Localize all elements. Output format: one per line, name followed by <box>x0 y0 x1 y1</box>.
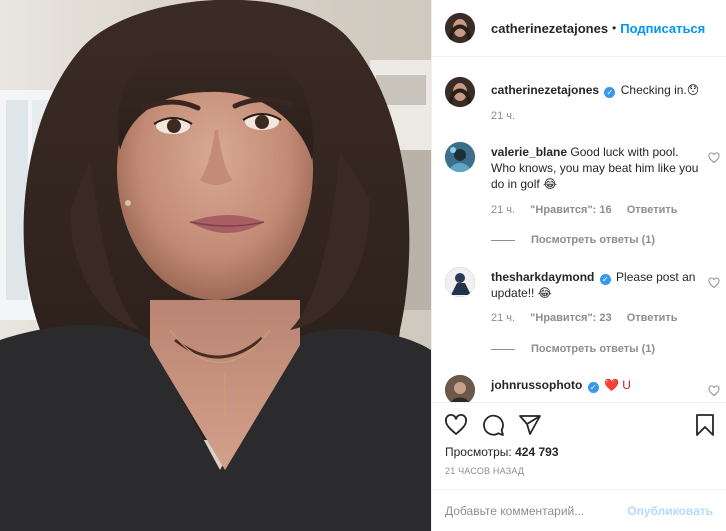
comment-text: valerie_blane Good luck with pool. Who k… <box>491 144 706 192</box>
instagram-post-view: catherinezetajones • Подписаться catheri… <box>0 0 726 531</box>
comment-text: thesharkdaymond ✓ Please post an update!… <box>491 269 706 301</box>
reply-button[interactable]: Ответить <box>627 312 678 324</box>
post-panel: catherinezetajones • Подписаться catheri… <box>431 0 726 531</box>
caption-meta: 21 ч. <box>491 110 527 122</box>
post-time[interactable]: 21 часов назад <box>445 466 524 476</box>
share-icon[interactable] <box>518 413 542 437</box>
bookmark-icon[interactable] <box>693 413 717 437</box>
post-header: catherinezetajones • Подписаться <box>432 0 726 57</box>
comment-meta: 21 ч. "Нравится": 23 Ответить <box>491 312 690 324</box>
reply-button[interactable]: Ответить <box>627 204 678 216</box>
comment-username[interactable]: johnrussophoto <box>491 378 582 392</box>
verified-badge-icon: ✓ <box>599 274 611 285</box>
verified-badge-icon: ✓ <box>604 87 616 98</box>
add-comment-bar: Опубликовать <box>432 489 726 531</box>
views-number: 424 793 <box>515 445 559 459</box>
commenter-avatar[interactable] <box>445 375 475 402</box>
comment-likes[interactable]: "Нравится": 16 <box>530 204 611 216</box>
comment-meta: 21 ч. "Нравится": 16 Ответить <box>491 204 690 216</box>
comment-time[interactable]: 21 ч. <box>491 204 515 216</box>
replies-divider <box>491 239 515 241</box>
publish-comment-button[interactable]: Опубликовать <box>627 504 713 518</box>
caption-text: catherinezetajones ✓ Checking in.😯 <box>491 82 706 98</box>
comment-like-heart-icon[interactable] <box>708 152 720 164</box>
selfie-photo <box>0 0 431 531</box>
caption-username[interactable]: catherinezetajones <box>491 83 599 97</box>
caption-avatar[interactable] <box>445 77 475 107</box>
comment-text: johnrussophoto ✓ ❤️ U <box>491 377 706 393</box>
post-actions: Просмотры: 424 793 21 часов назад Опубли… <box>432 402 726 531</box>
surprised-emoji: 😯 <box>686 83 700 97</box>
comment-like-heart-icon[interactable] <box>708 277 720 289</box>
heart-icon[interactable] <box>444 413 468 437</box>
comment-time[interactable]: 21 ч. <box>491 312 515 324</box>
commenter-avatar[interactable] <box>445 142 475 172</box>
action-icons <box>444 413 555 437</box>
verified-badge-icon: ✓ <box>587 382 599 393</box>
comment-username[interactable]: valerie_blane <box>491 145 567 159</box>
comment-icon[interactable] <box>481 413 505 437</box>
follow-button[interactable]: Подписаться <box>620 21 705 36</box>
separator-dot: • <box>612 21 617 35</box>
view-replies-label: Посмотреть ответы (1) <box>531 234 656 246</box>
caption-message: Checking in. <box>620 83 687 97</box>
caption-time[interactable]: 21 ч. <box>491 110 515 122</box>
author-username[interactable]: catherinezetajones <box>491 21 608 36</box>
comment-likes[interactable]: "Нравится": 23 <box>530 312 611 324</box>
comment-like-heart-icon[interactable] <box>708 385 720 397</box>
commenter-avatar[interactable] <box>445 267 475 297</box>
comment-input[interactable] <box>445 504 635 518</box>
comment-username[interactable]: thesharkdaymond <box>491 270 594 284</box>
views-count[interactable]: Просмотры: 424 793 <box>445 445 559 459</box>
replies-divider <box>491 348 515 350</box>
view-replies-label: Посмотреть ответы (1) <box>531 343 656 355</box>
comments-list[interactable]: catherinezetajones ✓ Checking in.😯 21 ч.… <box>432 57 726 402</box>
author-avatar[interactable] <box>445 13 475 43</box>
post-media[interactable] <box>0 0 431 531</box>
comment-message: ❤️ U <box>604 378 631 392</box>
view-replies-button[interactable]: Посмотреть ответы (1) <box>491 343 655 355</box>
views-label: Просмотры: <box>445 445 512 459</box>
view-replies-button[interactable]: Посмотреть ответы (1) <box>491 234 655 246</box>
